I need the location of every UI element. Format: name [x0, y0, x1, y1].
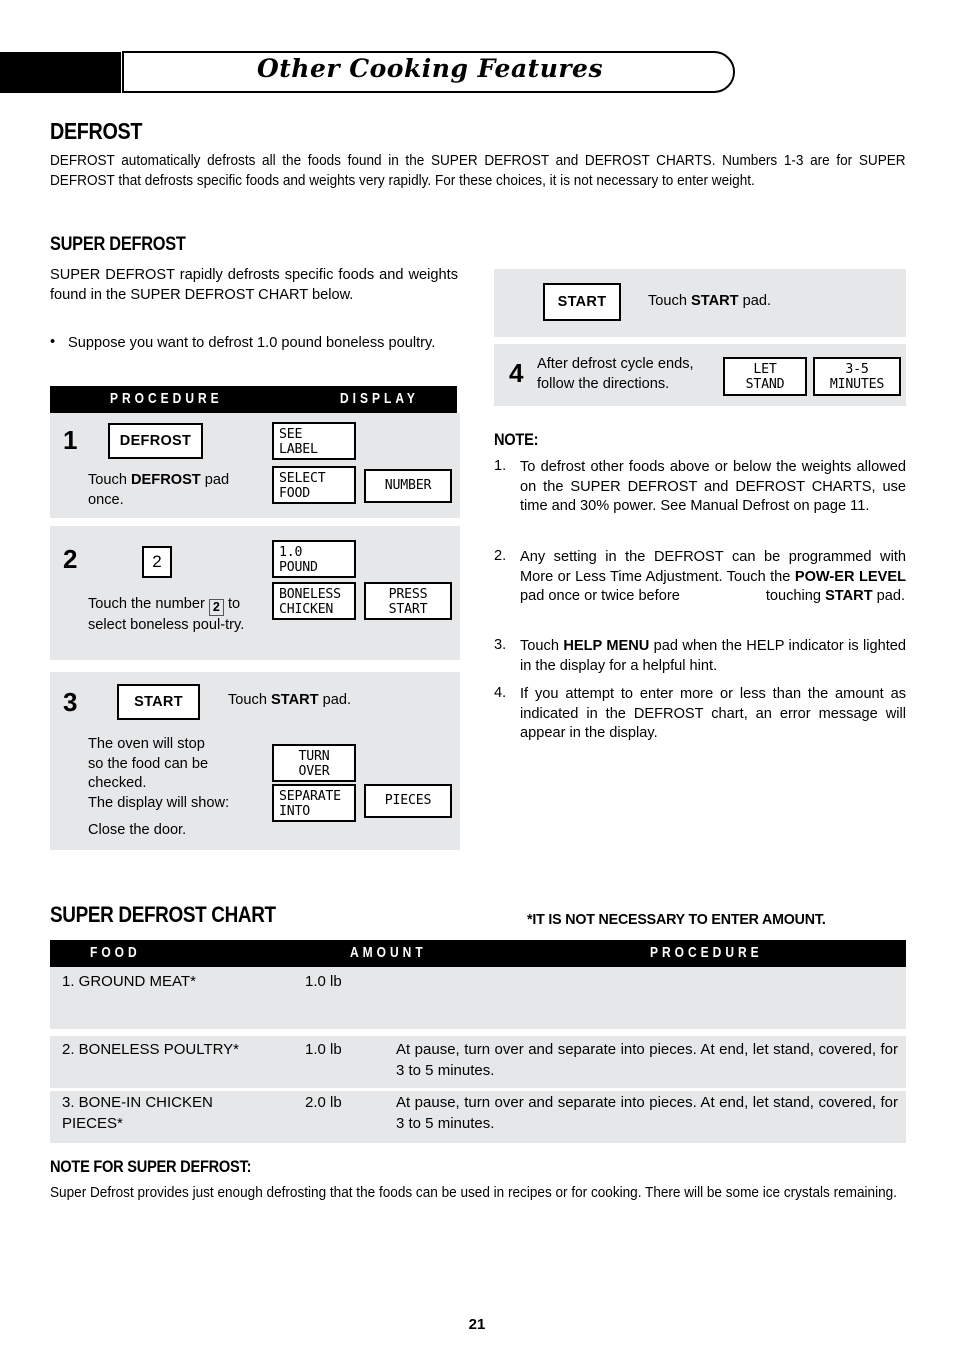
defrost-pad-button[interactable]: DEFROST [108, 423, 203, 459]
procedure-column-header: PROCEDURE [110, 390, 223, 407]
display-3-5-minutes: 3-5 MINUTES [813, 357, 901, 396]
page-title: Other Cooking Features [256, 54, 604, 83]
start-pad-button-step3[interactable]: START [117, 684, 200, 720]
note-1-number: 1. [494, 458, 507, 474]
defrost-heading: DEFROST [50, 118, 143, 144]
step-3-instruction: Touch START pad. [228, 692, 352, 708]
step-3-bold: START [271, 692, 319, 708]
note-2-number: 2. [494, 548, 507, 564]
start-continuation-bold: START [691, 293, 739, 309]
note-2-text: Any setting in the DEFROST can be progra… [520, 549, 906, 604]
display-1-0-pound: 1.0 POUND [272, 540, 356, 578]
note-heading: NOTE: [494, 430, 539, 449]
start-continuation-instruction: Touch START pad. [648, 293, 772, 309]
note-2-bold-start: START [825, 588, 873, 604]
document-page: Other Cooking Features DEFROST DEFROST a… [0, 0, 954, 1363]
chart-row-1-amount: 1.0 lb [305, 973, 342, 990]
chart-row-2-procedure: At pause, turn over and separate into pi… [396, 1041, 898, 1079]
super-defrost-intro-paragraph: SUPER DEFROST rapidly defrosts specific … [50, 267, 458, 303]
step-number-1: 1 [63, 425, 78, 455]
step-1-bold: DEFROST [131, 472, 201, 488]
procedure-table-header: PROCEDURE DISPLAY [50, 386, 457, 413]
note-4-number: 4. [494, 685, 507, 701]
chart-row-2-food: 2. BONELESS POULTRY* [62, 1041, 240, 1058]
chart-row-3-food: 3. BONE-IN CHICKEN PIECES* [62, 1094, 213, 1132]
display-column-header: DISPLAY [340, 390, 419, 407]
display-press-start: PRESS START [364, 582, 452, 620]
display-let-stand: LET STAND [723, 357, 807, 396]
step-4-body: After defrost cycle ends, follow the dir… [537, 356, 694, 392]
note-3-number: 3. [494, 637, 507, 653]
display-select-food: SELECT FOOD [272, 466, 356, 504]
step-number-4: 4 [509, 358, 524, 388]
note-3-text: Touch HELP MENU pad when the HELP indica… [520, 638, 906, 674]
chart-star-note: *IT IS NOT NECESSARY TO ENTER AMOUNT. [527, 911, 826, 928]
chart-column-procedure: PROCEDURE [650, 944, 763, 961]
bottom-note-heading: NOTE FOR SUPER DEFROST: [50, 1157, 252, 1176]
super-defrost-heading: SUPER DEFROST [50, 234, 186, 255]
note-1-text: To defrost other foods above or below th… [520, 459, 906, 514]
display-boneless-chicken: BONELESS CHICKEN [272, 582, 356, 620]
number-2-pad-button[interactable]: 2 [142, 546, 172, 578]
note-4-text: If you attempt to enter more or less tha… [520, 686, 906, 741]
defrost-intro-paragraph: DEFROST automatically defrosts all the f… [50, 153, 906, 189]
display-number: NUMBER [364, 469, 452, 503]
note-3-bold-help-menu: HELP MENU [563, 638, 650, 654]
chart-row-3-procedure: At pause, turn over and separate into pi… [396, 1094, 898, 1132]
display-see-label: SEE LABEL [272, 422, 356, 460]
step-3-body: The oven will stop so the food can be ch… [88, 736, 230, 838]
page-number: 21 [468, 1316, 486, 1333]
chart-column-food: FOOD [90, 944, 141, 961]
display-pieces: PIECES [364, 784, 452, 818]
chart-title: SUPER DEFROST CHART [50, 902, 276, 927]
bullet-marker: • [50, 334, 56, 350]
note-2-bold-power-level: POW-ER LEVEL [794, 568, 906, 585]
step-1-instruction: Touch DEFROST pad once. [88, 472, 230, 508]
display-separate-into: SEPARATE INTO [272, 784, 356, 822]
bottom-note-text: Super Defrost provides just enough defro… [50, 1185, 897, 1201]
chart-row-1-food: 1. GROUND MEAT* [62, 973, 196, 990]
display-turn-over: TURN OVER [272, 744, 356, 782]
chart-column-amount: AMOUNT [350, 944, 427, 961]
chart-table-header: FOOD AMOUNT PROCEDURE [50, 940, 906, 967]
step-2-instruction: Touch the number 2 to select boneless po… [88, 596, 245, 634]
header-black-block [0, 52, 121, 93]
step-number-3: 3 [63, 687, 78, 717]
chart-row-2-amount: 1.0 lb [305, 1041, 342, 1058]
chart-row-3-amount: 2.0 lb [305, 1094, 342, 1111]
bullet-text: Suppose you want to defrost 1.0 pound bo… [68, 335, 436, 351]
number-2-chip: 2 [208, 599, 224, 617]
step-number-2: 2 [63, 544, 78, 574]
start-pad-button-continuation[interactable]: START [543, 283, 621, 321]
